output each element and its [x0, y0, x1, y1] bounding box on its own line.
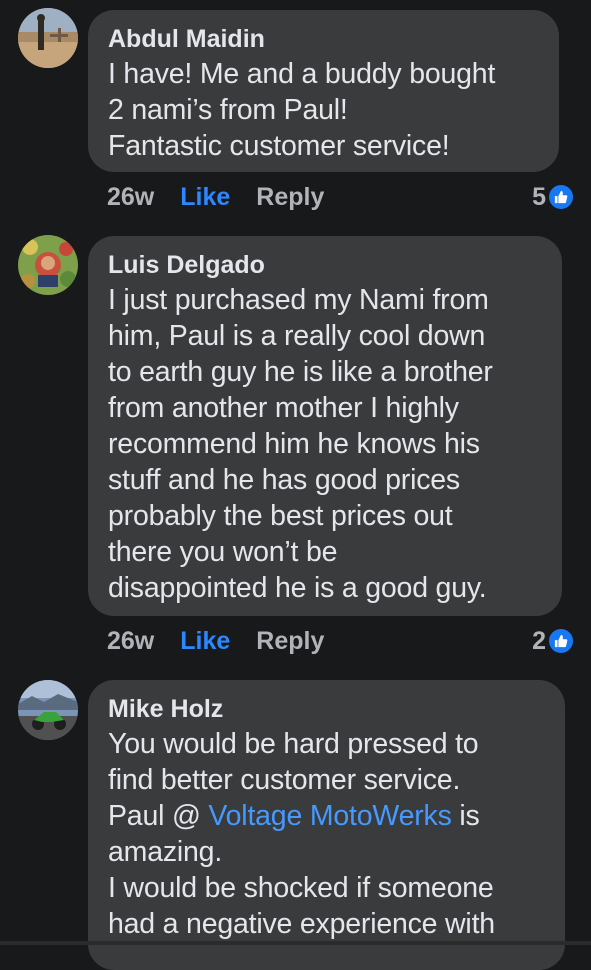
comment-text-line: to earth guy he is like a brother — [108, 356, 493, 388]
comment-text-line: probably the best prices out — [108, 500, 453, 532]
reaction-count: 2 — [532, 626, 546, 655]
comment-actions: 26w Like Reply — [107, 624, 324, 658]
comment-timestamp[interactable]: 26w — [107, 627, 154, 656]
comment-text-line: stuff and he has good prices — [108, 464, 460, 496]
comment-text-line: recommend him he knows his — [108, 428, 480, 460]
comment-text-line: 2 nami’s from Paul! — [108, 94, 348, 126]
comment-text-line: from another mother I highly — [108, 392, 459, 424]
comment-text-line: there you won’t be — [108, 536, 338, 568]
avatar-photo-icon — [18, 8, 78, 68]
avatar-photo-icon — [18, 235, 78, 295]
comment-text-line: Paul @ Voltage MotoWerks is — [108, 798, 545, 834]
comment-text-line: disappointed he is a good guy. — [108, 572, 487, 604]
reaction-count: 5 — [532, 182, 546, 211]
comment-text-line: amazing. — [108, 836, 223, 868]
comment-author[interactable]: Luis Delgado — [108, 250, 542, 280]
avatar[interactable] — [18, 8, 78, 68]
reaction-summary[interactable]: 2 — [532, 624, 574, 658]
comment-author[interactable]: Mike Holz — [108, 694, 545, 724]
avatar[interactable] — [18, 680, 78, 740]
comment-text-line: I would be shocked if someone — [108, 872, 494, 904]
comment-author[interactable]: Abdul Maidin — [108, 24, 539, 54]
page-mention-link[interactable]: Voltage MotoWerks — [208, 800, 451, 832]
comment-text-line: Fantastic customer service! — [108, 130, 450, 162]
like-button[interactable]: Like — [180, 183, 230, 212]
comment-text-fragment: Paul @ — [108, 800, 209, 832]
comment-text-line: I have! Me and a buddy bought — [108, 58, 496, 90]
reply-button[interactable]: Reply — [256, 627, 324, 656]
comment-text-line: find better customer service. — [108, 764, 461, 796]
comment-bubble: Luis Delgado I just purchased my Nami fr… — [88, 236, 562, 616]
thumbs-up-icon — [548, 184, 574, 210]
avatar[interactable] — [18, 235, 78, 295]
thumbs-up-icon — [548, 628, 574, 654]
comment-bubble: Abdul Maidin I have! Me and a buddy boug… — [88, 10, 559, 172]
comment-timestamp[interactable]: 26w — [107, 183, 154, 212]
bottom-edge — [0, 941, 591, 945]
comment-text-line: I just purchased my Nami from — [108, 284, 489, 316]
comment-text-line: him, Paul is a really cool down — [108, 320, 486, 352]
comment-text-line: had a negative experience with — [108, 908, 495, 940]
like-button[interactable]: Like — [180, 627, 230, 656]
reaction-summary[interactable]: 5 — [532, 180, 574, 214]
avatar-photo-icon — [18, 680, 78, 740]
comment-bubble: Mike Holz You would be hard pressed to f… — [88, 680, 565, 970]
comment-actions: 26w Like Reply — [107, 180, 324, 214]
comment-text-fragment: is — [451, 800, 480, 832]
comment-text-line: You would be hard pressed to — [108, 728, 479, 760]
reply-button[interactable]: Reply — [256, 183, 324, 212]
